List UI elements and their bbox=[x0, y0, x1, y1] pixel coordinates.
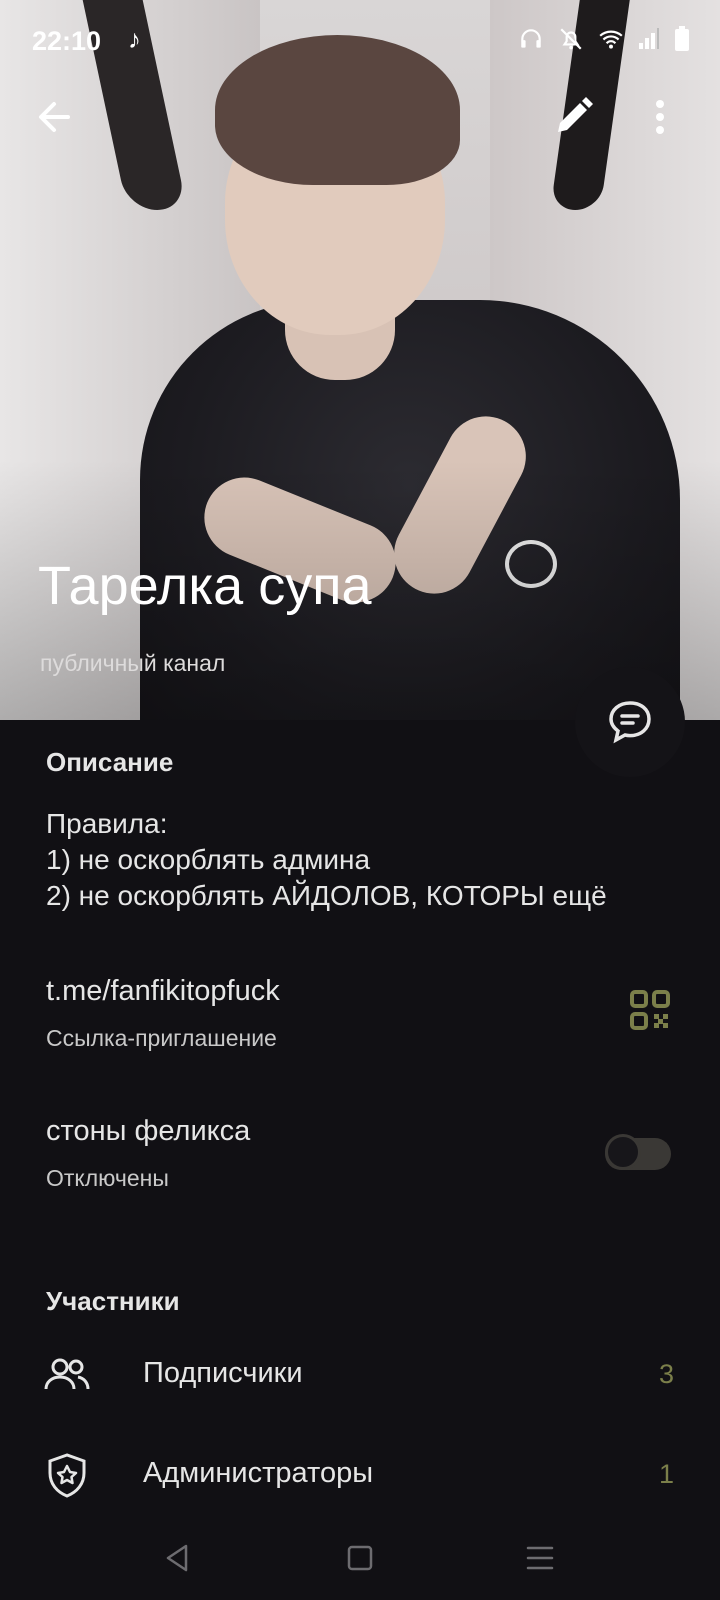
description-line: 1) не оскорблять админа bbox=[46, 844, 371, 875]
signal-icon bbox=[639, 28, 659, 49]
nav-back-button[interactable] bbox=[158, 1538, 198, 1578]
more-button[interactable] bbox=[640, 92, 680, 142]
menu-lines-icon bbox=[526, 1546, 554, 1570]
administrators-row[interactable]: Администраторы 1 bbox=[0, 1425, 720, 1525]
status-time: 22:10 bbox=[32, 26, 102, 56]
invite-link-label: Ссылка-приглашение bbox=[46, 1025, 277, 1051]
toggle-knob bbox=[605, 1134, 641, 1170]
shield-star-icon bbox=[42, 1451, 92, 1501]
triangle-back-icon bbox=[166, 1544, 188, 1572]
channel-title: Тарелка супа bbox=[38, 556, 372, 616]
headphones-icon bbox=[521, 29, 541, 48]
administrators-label: Администраторы bbox=[143, 1457, 374, 1489]
pencil-icon bbox=[558, 97, 593, 132]
participants-heading: Участники bbox=[46, 1286, 180, 1316]
discuss-button[interactable] bbox=[575, 667, 685, 777]
description-text[interactable]: Правила: 1) не оскорблять админа 2) не о… bbox=[46, 806, 676, 914]
edit-button[interactable] bbox=[548, 92, 598, 142]
bell-off-icon bbox=[560, 28, 582, 50]
administrators-count: 1 bbox=[658, 1459, 674, 1489]
square-home-icon bbox=[347, 1545, 373, 1571]
system-nav-bar bbox=[0, 1520, 720, 1600]
description-line: 2) не оскорблять АЙДОЛОВ, КОТОРЫ ещё bbox=[46, 880, 607, 911]
chat-bubble-icon bbox=[609, 701, 651, 744]
nav-home-button[interactable] bbox=[340, 1538, 380, 1578]
nav-menu-button[interactable] bbox=[520, 1538, 560, 1578]
invite-link[interactable]: t.me/fanfikitopfuck bbox=[46, 975, 280, 1008]
more-vertical-icon bbox=[656, 100, 664, 134]
notifications-title[interactable]: стоны феликса bbox=[46, 1115, 250, 1148]
arrow-left-icon bbox=[39, 102, 70, 132]
subscribers-count: 3 bbox=[658, 1359, 674, 1389]
subscribers-label: Подписчики bbox=[143, 1357, 303, 1389]
music-note-icon: ♪ bbox=[128, 24, 141, 54]
battery-icon bbox=[675, 26, 689, 51]
back-button[interactable] bbox=[30, 92, 80, 142]
wifi-icon bbox=[599, 30, 623, 49]
people-icon bbox=[42, 1351, 92, 1401]
subscribers-row[interactable]: Подписчики 3 bbox=[0, 1325, 720, 1425]
status-icons bbox=[518, 26, 690, 52]
description-line: Правила: bbox=[46, 808, 168, 839]
notifications-toggle[interactable] bbox=[605, 1134, 671, 1170]
description-heading: Описание bbox=[46, 747, 174, 777]
notifications-state: Отключены bbox=[46, 1165, 169, 1191]
channel-subtitle: публичный канал bbox=[40, 650, 226, 676]
qr-code-icon[interactable] bbox=[630, 990, 670, 1030]
status-bar: 22:10 ♪ bbox=[0, 0, 720, 80]
